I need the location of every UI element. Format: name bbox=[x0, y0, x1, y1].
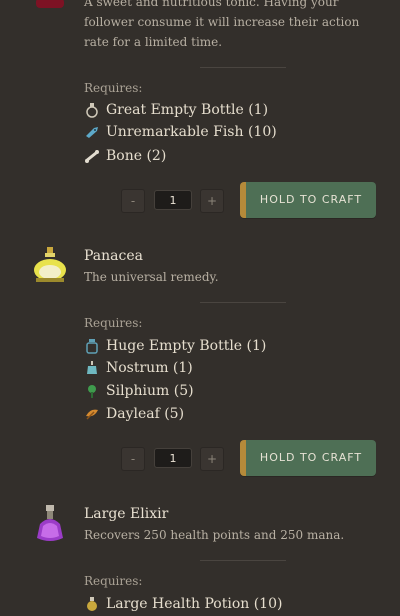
divider bbox=[200, 560, 286, 561]
huge-bottle-icon bbox=[84, 338, 100, 354]
item-title: Panacea bbox=[84, 248, 143, 264]
item-title: Large Elixir bbox=[84, 506, 169, 522]
ingredient-dayleaf: Dayleaf (5) bbox=[84, 403, 184, 425]
bottle-icon bbox=[84, 102, 100, 118]
requires-label: Requires: bbox=[84, 81, 143, 95]
nostrum-icon bbox=[84, 360, 100, 376]
ingredient-huge-empty-bottle: Huge Empty Bottle (1) bbox=[84, 335, 266, 357]
requires-label: Requires: bbox=[84, 316, 143, 330]
potion-icon bbox=[84, 596, 100, 612]
hold-to-craft-button[interactable]: HOLD TO CRAFT bbox=[240, 440, 376, 476]
ingredient-silphium: Silphium (5) bbox=[84, 380, 194, 402]
divider bbox=[200, 302, 286, 303]
item-description: A sweet and nutritious tonic. Having you… bbox=[84, 0, 360, 49]
item-description: Recovers 250 health points and 250 mana. bbox=[84, 528, 345, 542]
ingredient-great-empty-bottle: Great Empty Bottle (1) bbox=[84, 99, 268, 121]
increase-quantity-button[interactable]: + bbox=[200, 447, 224, 471]
requires-label: Requires: bbox=[84, 574, 143, 588]
decrease-quantity-button[interactable]: - bbox=[121, 189, 145, 213]
ingredient-nostrum: Nostrum (1) bbox=[84, 357, 193, 379]
large-elixir-icon bbox=[30, 504, 70, 544]
bone-icon bbox=[84, 148, 100, 164]
tonic-potion-icon bbox=[30, 0, 70, 14]
hold-to-craft-button[interactable]: HOLD TO CRAFT bbox=[240, 182, 376, 218]
ingredient-bone: Bone (2) bbox=[84, 145, 166, 167]
ingredient-unremarkable-fish: Unremarkable Fish (10) bbox=[84, 121, 277, 143]
increase-quantity-button[interactable]: + bbox=[200, 189, 224, 213]
decrease-quantity-button[interactable]: - bbox=[121, 447, 145, 471]
craft-controls: - 1 + HOLD TO CRAFT bbox=[0, 440, 400, 476]
panacea-icon bbox=[30, 246, 70, 286]
item-description: The universal remedy. bbox=[84, 270, 219, 284]
ingredient-large-health-potion: Large Health Potion (10) bbox=[84, 593, 282, 615]
quantity-input[interactable]: 1 bbox=[154, 448, 192, 468]
craft-controls: - 1 + HOLD TO CRAFT bbox=[0, 182, 400, 218]
dayleaf-icon bbox=[84, 406, 100, 422]
quantity-input[interactable]: 1 bbox=[154, 190, 192, 210]
silphium-icon bbox=[84, 383, 100, 399]
fish-icon bbox=[84, 124, 100, 140]
divider bbox=[200, 67, 286, 68]
